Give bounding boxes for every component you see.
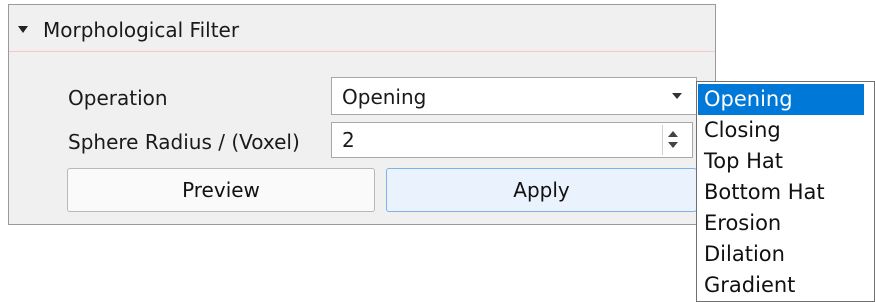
apply-button[interactable]: Apply: [386, 168, 697, 212]
operation-select[interactable]: Opening: [331, 77, 697, 115]
operation-select-value: Opening: [342, 85, 427, 109]
dropdown-item-erosion[interactable]: Erosion: [698, 208, 864, 239]
dropdown-item-top-hat[interactable]: Top Hat: [698, 146, 864, 177]
collapse-arrow-icon[interactable]: [18, 26, 28, 33]
sphere-radius-spinbox[interactable]: 2: [331, 122, 693, 158]
spin-down-icon[interactable]: [668, 142, 678, 148]
dropdown-item-bottom-hat[interactable]: Bottom Hat: [698, 177, 864, 208]
operation-label: Operation: [68, 86, 168, 110]
chevron-down-icon[interactable]: [672, 93, 682, 99]
panel-header[interactable]: Morphological Filter: [9, 5, 715, 52]
spin-up-icon[interactable]: [668, 131, 678, 137]
dropdown-item-dilation[interactable]: Dilation: [698, 239, 864, 270]
dropdown-item-opening[interactable]: Opening: [698, 84, 864, 115]
preview-button[interactable]: Preview: [67, 168, 375, 212]
sphere-radius-value[interactable]: 2: [342, 128, 355, 152]
dropdown-item-closing[interactable]: Closing: [698, 115, 864, 146]
sphere-radius-label: Sphere Radius / (Voxel): [68, 130, 300, 154]
spin-buttons: [662, 125, 685, 155]
dropdown-item-gradient[interactable]: Gradient: [698, 270, 864, 301]
panel-title: Morphological Filter: [43, 18, 240, 42]
operation-dropdown-list: Opening Closing Top Hat Bottom Hat Erosi…: [696, 81, 875, 302]
